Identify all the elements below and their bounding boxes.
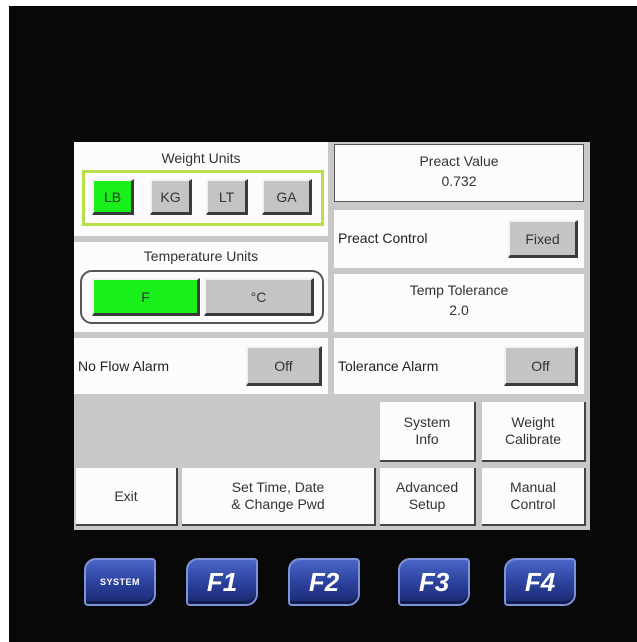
- weight-calibrate-button[interactable]: Weight Calibrate: [482, 402, 586, 462]
- temp-tolerance-readout: 2.0: [449, 302, 469, 318]
- system-key[interactable]: SYSTEM: [84, 558, 156, 606]
- preact-control-label: Preact Control: [338, 230, 428, 246]
- temperature-f-button[interactable]: F: [92, 278, 200, 316]
- set-time-date-button[interactable]: Set Time, Date & Change Pwd: [182, 468, 376, 526]
- preact-control-row: Preact Control Fixed: [334, 210, 584, 268]
- temp-tolerance-title: Temp Tolerance: [409, 282, 509, 298]
- preact-value-title: Preact Value: [419, 153, 499, 169]
- temperature-units-title: Temperature Units: [143, 248, 259, 264]
- advanced-setup-button[interactable]: Advanced Setup: [380, 468, 476, 526]
- temperature-units-panel: Temperature Units F °C: [74, 242, 328, 332]
- system-info-button[interactable]: System Info: [380, 402, 476, 462]
- no-flow-alarm-label: No Flow Alarm: [78, 358, 170, 374]
- f3-key[interactable]: F3: [398, 558, 470, 606]
- temperature-c-button[interactable]: °C: [204, 278, 314, 316]
- preact-value-readout: 0.732: [441, 173, 477, 189]
- weight-ga-button[interactable]: GA: [262, 179, 312, 215]
- f1-key[interactable]: F1: [186, 558, 258, 606]
- weight-units-title: Weight Units: [161, 150, 241, 166]
- weight-kg-button[interactable]: KG: [150, 179, 192, 215]
- weight-lb-button[interactable]: LB: [92, 179, 134, 215]
- manual-control-button[interactable]: Manual Control: [482, 468, 586, 526]
- preact-control-button[interactable]: Fixed: [508, 220, 578, 258]
- weight-lt-button[interactable]: LT: [206, 179, 248, 215]
- temp-tolerance-panel: Temp Tolerance 2.0: [334, 274, 584, 332]
- hmi-screen: Weight Units LB KG LT GA Preact Value 0.…: [74, 142, 590, 530]
- tolerance-alarm-button[interactable]: Off: [504, 346, 578, 386]
- f2-key[interactable]: F2: [288, 558, 360, 606]
- weight-units-panel: Weight Units LB KG LT GA: [74, 142, 328, 236]
- preact-value-panel: Preact Value 0.732: [334, 144, 584, 202]
- f4-key[interactable]: F4: [504, 558, 576, 606]
- tolerance-alarm-label: Tolerance Alarm: [338, 358, 439, 374]
- no-flow-alarm-button[interactable]: Off: [246, 346, 322, 386]
- tolerance-alarm-row: Tolerance Alarm Off: [334, 338, 584, 394]
- exit-button[interactable]: Exit: [76, 468, 178, 526]
- no-flow-alarm-row: No Flow Alarm Off: [74, 338, 328, 394]
